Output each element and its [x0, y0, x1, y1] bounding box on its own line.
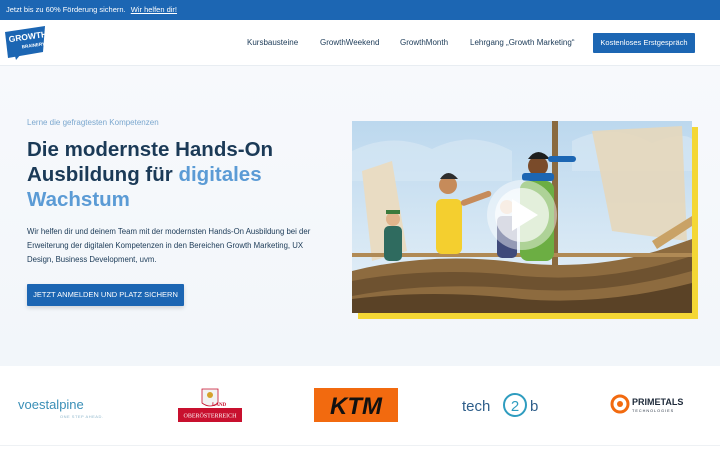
promo-bar: Jetzt bis zu 60% Förderung sichern. Wir … — [0, 0, 720, 20]
hero-headline: Die modernste Hands-On Ausbildung für di… — [27, 137, 327, 212]
tech2b-mid: 2 — [511, 398, 519, 415]
promo-link[interactable]: Wir helfen dir! — [131, 5, 177, 14]
nav-lehrgang-growth-marketing[interactable]: Lehrgang „Growth Marketing“ — [470, 20, 575, 66]
promo-text: Jetzt bis zu 60% Förderung sichern. — [6, 5, 126, 14]
ktm-text: KTM — [330, 393, 383, 420]
oberoesterreich-text: OBERÖSTERREICH — [183, 413, 237, 420]
land-text: LAND — [212, 403, 227, 408]
primetals-logo: PRIMETALS TECHNOLOGIES — [610, 393, 694, 419]
land-oberoesterreich-logo: LAND OBERÖSTERREICH — [178, 387, 242, 422]
play-icon[interactable] — [487, 180, 557, 250]
voestalpine-text: voestalpine — [18, 397, 84, 412]
growth-brainery-logo[interactable]: GROWTH BRAINERY — [5, 26, 48, 60]
video-player[interactable] — [352, 121, 692, 313]
hero-section: Lerne die gefragtesten Kompetenzen Die m… — [0, 66, 720, 366]
tech2b-left: tech — [462, 398, 490, 415]
nav-kursbausteine[interactable]: Kursbausteine — [247, 20, 298, 66]
bottom-divider — [0, 445, 720, 446]
free-consultation-button[interactable]: Kostenloses Erstgespräch — [593, 33, 695, 53]
partner-logos: voestalpine ONE STEP AHEAD. LAND OBERÖST… — [0, 367, 720, 450]
tech2b-logo: tech 2 b — [462, 391, 546, 421]
primetals-sub: TECHNOLOGIES — [632, 409, 674, 413]
register-button[interactable]: JETZT ANMELDEN UND PLATZ SICHERN — [27, 284, 184, 306]
ktm-logo: KTM — [314, 388, 398, 422]
voestalpine-tagline: ONE STEP AHEAD. — [60, 414, 103, 419]
primetals-text: PRIMETALS — [632, 397, 683, 407]
tech2b-right: b — [530, 398, 538, 415]
nav-growthweekend[interactable]: GrowthWeekend — [320, 20, 379, 66]
site-header: GROWTH BRAINERY Kursbausteine GrowthWeek… — [0, 20, 720, 66]
nav-growthmonth[interactable]: GrowthMonth — [400, 20, 448, 66]
voestalpine-logo: voestalpine ONE STEP AHEAD. — [18, 395, 128, 425]
hero-eyebrow: Lerne die gefragtesten Kompetenzen — [27, 118, 159, 127]
hero-description: Wir helfen dir und deinem Team mit der m… — [27, 227, 311, 264]
hero-video — [352, 121, 698, 319]
